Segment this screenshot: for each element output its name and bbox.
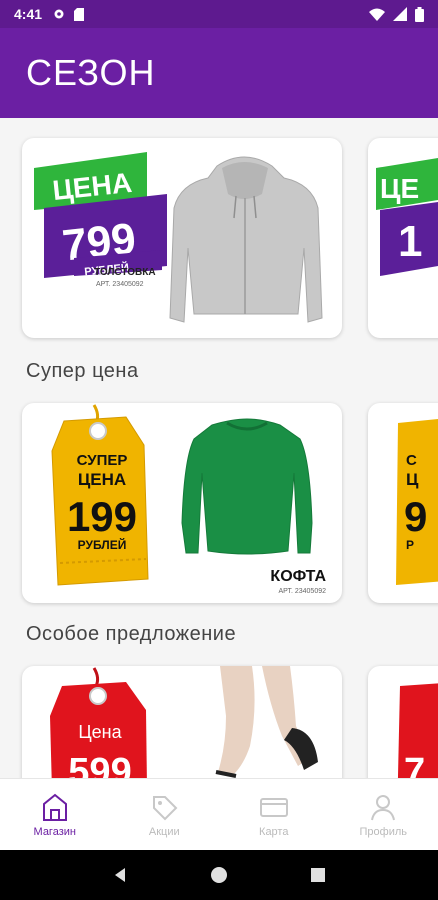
back-icon[interactable] [111,866,129,884]
sandal-promo-art: Цена 599 [50,666,318,778]
sweater-price: 199 [67,493,137,540]
hoodie-promo-art: ЦЕНА 799 РУБЛЕЙ ТОЛСТОВКА АРТ. 23405092 [34,152,323,323]
hoodie-image [169,156,323,323]
nav-label-promos: Акции [148,825,180,838]
sim-card-icon [74,7,85,21]
promo-row-3[interactable]: Цена 599 7 [0,666,438,778]
sandal-price: 599 [68,751,131,778]
system-nav-bar [0,850,438,900]
peek-2-currency: Р [406,538,414,552]
product-card-sandal[interactable]: Цена 599 [22,666,342,778]
nav-item-card[interactable]: Карта [219,779,329,850]
app-title: СЕЗОН [26,52,156,93]
peek-promo-art-3: 7 [397,683,438,778]
sweater-image [181,418,313,555]
content-scroll[interactable]: ЦЕНА 799 РУБЛЕЙ ТОЛСТОВКА АРТ. 23405092 [0,118,438,778]
product-card-sweater[interactable]: СУПЕР ЦЕНА 199 РУБЛЕЙ КОФТА АРТ. 2340509… [22,403,342,603]
home-icon[interactable] [210,866,228,884]
nav-label-store: Магазин [33,825,76,838]
status-bar: 4:41 [0,0,438,28]
hoodie-name: ТОЛСТОВКА [94,267,156,278]
peek-2-tag-line1: С [406,452,417,469]
sweater-tag-line2: ЦЕНА [78,470,126,489]
nav-item-promos[interactable]: Акции [110,779,220,850]
store-icon [42,793,67,821]
profile-icon [371,794,396,820]
recents-icon[interactable] [309,866,327,884]
peek-2-tag-line2: Ц [406,470,419,489]
tag-icon [153,795,178,820]
sandal-image [215,666,318,778]
bottom-navigation: Магазин Акции Карта Профиль [0,778,438,850]
nav-item-store[interactable]: Магазин [0,779,110,850]
product-card-peek-1[interactable]: ЦЕ 1 [368,138,438,338]
app-bar: СЕЗОН [0,28,438,118]
section-title-super-price: Супер цена [26,360,139,382]
section-title-special-offer: Особое предложение [26,623,237,645]
sweater-art: АРТ. 23405092 [278,588,326,595]
peek-promo-art-1: ЦЕ 1 [376,158,438,276]
battery-icon [415,6,424,22]
nav-label-profile: Профиль [359,825,408,838]
product-card-hoodie[interactable]: ЦЕНА 799 РУБЛЕЙ ТОЛСТОВКА АРТ. 23405092 [22,138,342,338]
nav-label-card: Карта [259,825,289,838]
sweater-promo-art: СУПЕР ЦЕНА 199 РУБЛЕЙ КОФТА АРТ. 2340509… [51,404,326,595]
hoodie-art: АРТ. 23405092 [96,281,144,288]
nav-item-profile[interactable]: Профиль [329,779,438,850]
sandal-tag-line1: Цена [78,722,122,742]
sweater-name: КОФТА [270,568,326,585]
peek-1-price: 1 [398,217,422,266]
promo-row-1[interactable]: ЦЕНА 799 РУБЛЕЙ ТОЛСТОВКА АРТ. 23405092 [0,138,438,343]
peek-1-badge-top: ЦЕ [380,173,419,204]
signal-icon [393,7,407,21]
peek-2-price: 9 [404,493,427,540]
peek-3-price: 7 [404,751,425,778]
card-icon [259,797,288,817]
status-time: 4:41 [14,6,43,22]
settings-icon [54,9,64,19]
wifi-icon [369,8,385,21]
product-card-peek-2[interactable]: С Ц 9 Р [368,403,438,603]
promo-row-2[interactable]: СУПЕР ЦЕНА 199 РУБЛЕЙ КОФТА АРТ. 2340509… [0,403,438,608]
sweater-tag-line1: СУПЕР [77,452,128,469]
peek-promo-art-2: С Ц 9 Р [396,419,438,585]
product-card-peek-3[interactable]: 7 [368,666,438,778]
sweater-currency: РУБЛЕЙ [78,537,127,552]
